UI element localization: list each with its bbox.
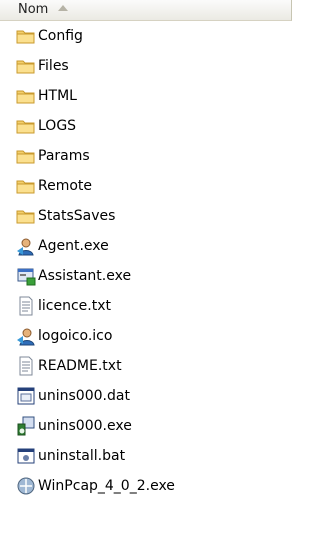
list-item-unins000-dat[interactable]: unins000.dat [16,384,130,408]
assistant-exe-icon [16,266,36,286]
agent-exe-icon [16,236,36,256]
folder-icon [16,86,36,106]
list-item-files[interactable]: Files [16,54,69,78]
file-name: unins000.dat [38,388,130,404]
list-item-agent-exe[interactable]: Agent.exe [16,234,109,258]
file-name: StatsSaves [38,208,116,224]
dat-file-icon [16,386,36,406]
list-item-statssaves[interactable]: StatsSaves [16,204,115,228]
folder-icon [16,176,36,196]
file-name: LOGS [38,118,77,134]
file-list-panel: Nom Config Files HTML LOGS Params Remote… [0,0,298,548]
text-file-icon [16,356,36,376]
folder-icon [16,116,36,136]
list-item-winpcap-exe[interactable]: WinPcap_4_0_2.exe [16,474,175,498]
file-name: Agent.exe [38,238,109,254]
folder-icon [16,146,36,166]
list-item-html[interactable]: HTML [16,84,77,108]
list-item-unins000-exe[interactable]: unins000.exe [16,414,132,438]
folder-icon [16,56,36,76]
file-name: Config [38,28,83,44]
name-column-label: Nom [18,2,49,17]
list-item-licence-txt[interactable]: licence.txt [16,294,111,318]
list-item-logs[interactable]: LOGS [16,114,76,138]
file-name: HTML [38,88,77,104]
list-item-readme-txt[interactable]: README.txt [16,354,122,378]
winpcap-exe-icon [16,476,36,496]
file-name: Files [38,58,69,74]
list-item-remote[interactable]: Remote [16,174,92,198]
file-name: licence.txt [38,298,111,314]
file-name: Assistant.exe [38,268,132,284]
file-name: WinPcap_4_0_2.exe [38,478,175,494]
ico-file-icon [16,326,36,346]
file-name: logoico.ico [38,328,113,344]
file-name: Remote [38,178,93,194]
file-name: uninstall.bat [38,448,126,464]
sort-ascending-icon [58,5,68,11]
bat-file-icon [16,446,36,466]
list-item-logoico-ico[interactable]: logoico.ico [16,324,112,348]
text-file-icon [16,296,36,316]
name-column-header[interactable]: Nom [0,0,292,21]
folder-icon [16,26,36,46]
file-name: README.txt [38,358,122,374]
file-name: Params [38,148,90,164]
folder-icon [16,206,36,226]
list-item-assistant-exe[interactable]: Assistant.exe [16,264,131,288]
list-item-params[interactable]: Params [16,144,90,168]
list-item-config[interactable]: Config [16,24,83,48]
installer-exe-icon [16,416,36,436]
file-name: unins000.exe [38,418,132,434]
list-item-uninstall-bat[interactable]: uninstall.bat [16,444,125,468]
